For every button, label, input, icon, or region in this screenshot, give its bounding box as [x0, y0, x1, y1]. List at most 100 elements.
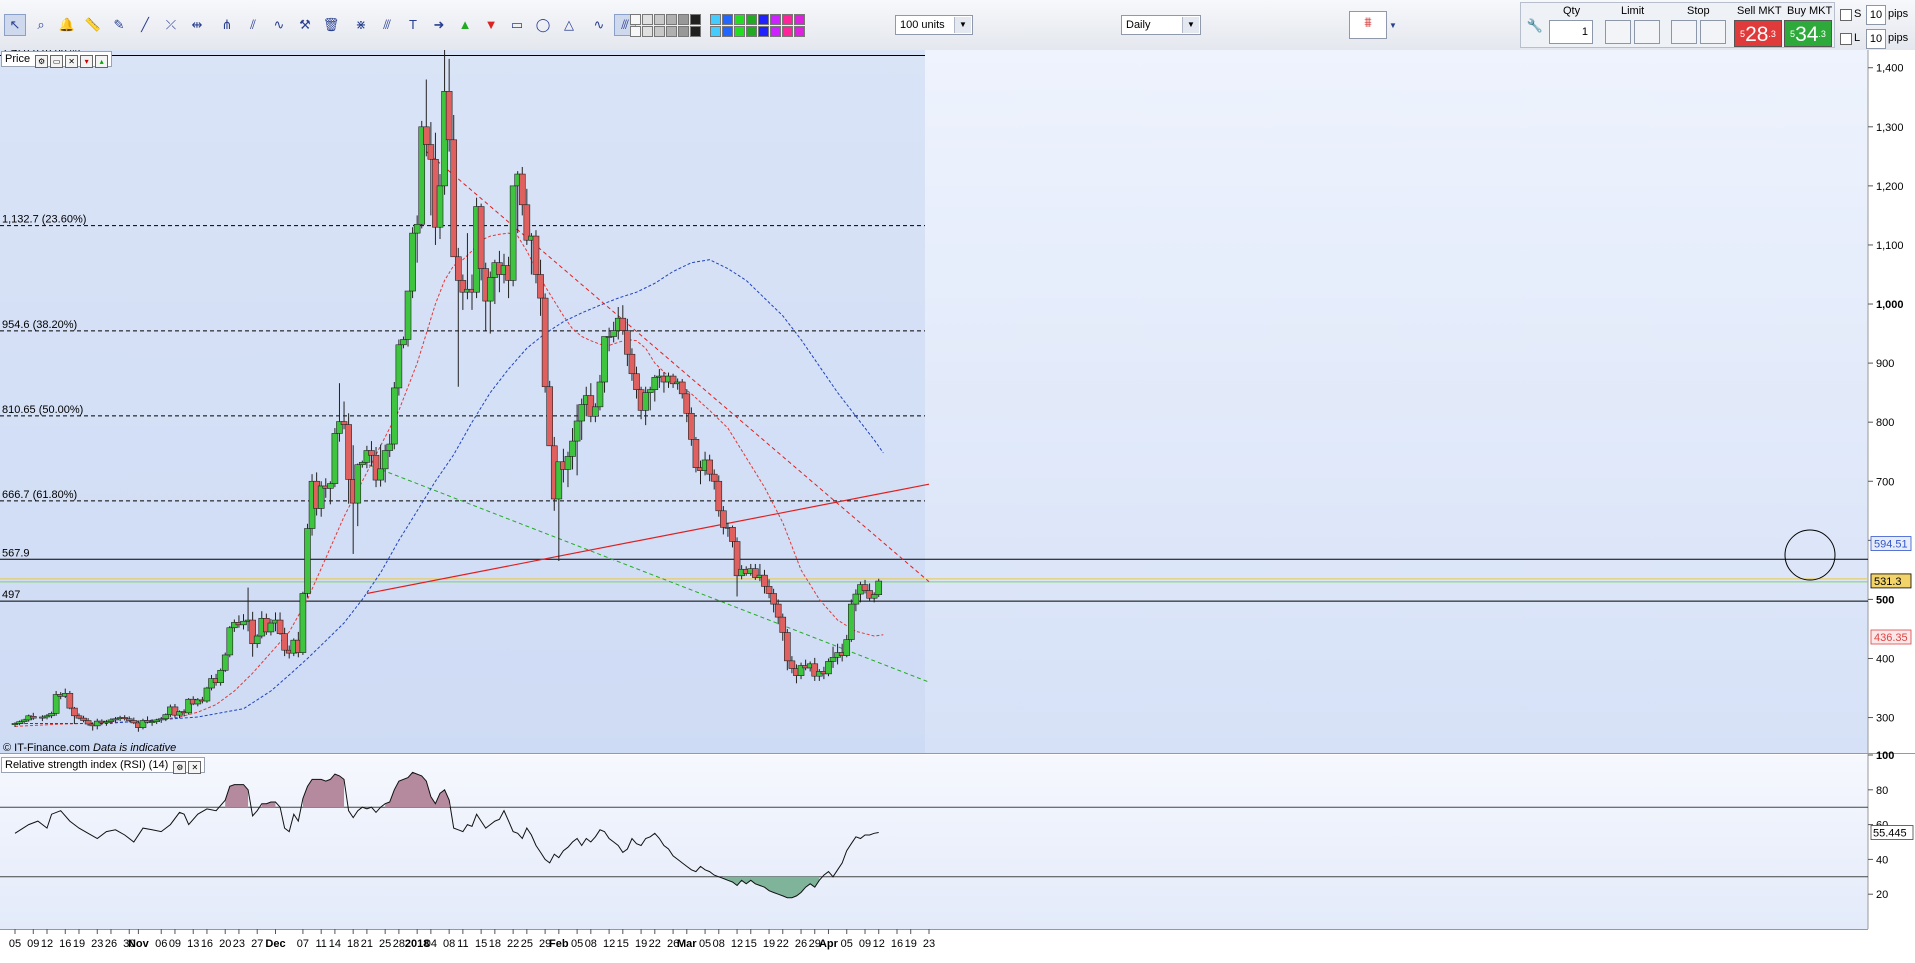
pen-icon[interactable]: ✎	[108, 14, 130, 36]
color-swatch[interactable]	[794, 26, 805, 37]
candle-body	[541, 297, 549, 388]
y-tick-label: 800	[1876, 417, 1894, 429]
y-tick-label: 1,000	[1876, 299, 1904, 311]
candle-body	[331, 433, 339, 484]
color-swatch[interactable]	[690, 14, 701, 25]
trade-ticket: 🔧 Qty 1 Limit Stop Sell MKT 528.3 Buy MK…	[1520, 2, 1835, 48]
cross-line-icon[interactable]: ⤫	[160, 14, 182, 36]
color-swatch[interactable]	[746, 26, 757, 37]
color-swatch[interactable]	[666, 14, 677, 25]
candle-body	[678, 381, 686, 395]
trash-icon[interactable]: 🗑	[320, 14, 342, 36]
color-swatch[interactable]	[734, 14, 745, 25]
candle-body	[692, 439, 700, 468]
pips-bottom-input[interactable]: 10	[1866, 29, 1886, 49]
color-swatch[interactable]	[642, 14, 653, 25]
fork-icon[interactable]: ⋔	[216, 14, 238, 36]
wrench-icon[interactable]: 🔧	[1525, 15, 1545, 37]
color-swatch[interactable]	[794, 14, 805, 25]
limit-buy-button[interactable]	[1605, 20, 1631, 44]
x-tick-label: 26	[105, 938, 117, 950]
wrench-icon[interactable]: ⚙	[35, 55, 49, 68]
limit-sell-button[interactable]	[1634, 20, 1660, 44]
color-swatch[interactable]	[642, 26, 653, 37]
chart-type-dropdown[interactable]: ▼	[1387, 11, 1399, 39]
vertical-line-icon[interactable]: ⇹	[186, 14, 208, 36]
move-down-icon[interactable]: ▾	[80, 55, 94, 68]
candle-body	[381, 450, 389, 470]
color-swatch[interactable]	[678, 26, 689, 37]
pips-top-input[interactable]: 10	[1866, 5, 1886, 25]
stop-buy-button[interactable]	[1671, 20, 1697, 44]
channel-icon[interactable]: ⫽	[242, 14, 264, 36]
color-swatch[interactable]	[782, 14, 793, 25]
move-up-icon[interactable]: ▴	[95, 55, 109, 68]
sell-label: Sell MKT	[1737, 5, 1782, 17]
color-swatch[interactable]	[758, 14, 769, 25]
candle-body	[377, 468, 384, 481]
support-label: 567.9	[2, 547, 30, 559]
qty-input[interactable]: 1	[1549, 20, 1593, 44]
rsi-y-tick-label: 80	[1876, 785, 1888, 797]
candle-body	[706, 459, 713, 475]
wave-icon[interactable]: ∿	[268, 14, 290, 36]
color-swatch[interactable]	[630, 26, 641, 37]
watermark: © IT-Finance.com Data is indicative	[3, 742, 176, 754]
pips-top-label: pips	[1888, 8, 1909, 20]
candle-body	[52, 694, 60, 714]
arrow-up-icon[interactable]: ▲	[454, 14, 476, 36]
pointer-icon[interactable]: ↖	[4, 14, 26, 36]
candle-body	[276, 619, 284, 634]
interval-select[interactable]: Daily ▼	[1121, 15, 1201, 35]
color-swatch[interactable]	[746, 14, 757, 25]
color-swatch[interactable]	[710, 26, 721, 37]
stop-sell-button[interactable]	[1700, 20, 1726, 44]
text-icon[interactable]: T	[402, 14, 424, 36]
color-swatch[interactable]	[710, 14, 721, 25]
ellipse-icon[interactable]: ◯	[532, 14, 554, 36]
chart-type-button[interactable]: ⩩	[1349, 11, 1387, 39]
arrow-down-icon[interactable]: ▼	[480, 14, 502, 36]
candle-body	[683, 393, 691, 414]
candle-body	[413, 223, 421, 234]
ruler-icon[interactable]: 📏	[82, 14, 104, 36]
chevron-down-icon[interactable]: ▼	[1182, 17, 1199, 33]
color-swatch[interactable]	[654, 14, 665, 25]
sell-market-button[interactable]: 528.3	[1734, 20, 1782, 47]
wrench-icon[interactable]: ⚙	[173, 761, 187, 774]
color-swatch[interactable]	[630, 14, 641, 25]
line-icon[interactable]: ╱	[134, 14, 156, 36]
color-swatch[interactable]	[758, 26, 769, 37]
chart-area[interactable]: 1,420.6 (0.00%)1,132.7 (23.60%)954.6 (38…	[0, 50, 1915, 963]
units-select[interactable]: 100 units ▼	[895, 15, 973, 35]
color-swatch[interactable]	[770, 26, 781, 37]
color-swatch[interactable]	[722, 14, 733, 25]
y-tick-label: 500	[1876, 594, 1894, 606]
stop-l-checkbox[interactable]	[1840, 33, 1852, 45]
bell-icon[interactable]: 🔔	[56, 14, 78, 36]
color-swatch[interactable]	[734, 26, 745, 37]
color-swatch[interactable]	[770, 14, 781, 25]
close-icon[interactable]: ✕	[188, 761, 202, 774]
stop-s-checkbox[interactable]	[1840, 9, 1852, 21]
color-swatch[interactable]	[690, 26, 701, 37]
indicator-icon[interactable]: ∿	[588, 14, 610, 36]
arrow-right-icon[interactable]: ➜	[428, 14, 450, 36]
color-swatch[interactable]	[654, 26, 665, 37]
color-swatch[interactable]	[722, 26, 733, 37]
candle-body	[404, 290, 412, 340]
buy-market-button[interactable]: 534.3	[1784, 20, 1832, 47]
rectangle-icon[interactable]: ▭	[506, 14, 528, 36]
multi-line-icon[interactable]: ⋇	[350, 14, 372, 36]
chevron-down-icon[interactable]: ▼	[954, 17, 971, 33]
close-icon[interactable]: ✕	[65, 55, 79, 68]
hammer-icon[interactable]: ⚒	[294, 14, 316, 36]
maximize-icon[interactable]: ▭	[50, 55, 64, 68]
magnifier-icon[interactable]: ⌕	[30, 14, 52, 36]
fan-icon[interactable]: ⫻	[376, 14, 398, 36]
triangle-icon[interactable]: △	[558, 14, 580, 36]
color-swatch[interactable]	[666, 26, 677, 37]
color-swatch[interactable]	[782, 26, 793, 37]
color-swatch[interactable]	[678, 14, 689, 25]
candle-body	[537, 274, 544, 299]
